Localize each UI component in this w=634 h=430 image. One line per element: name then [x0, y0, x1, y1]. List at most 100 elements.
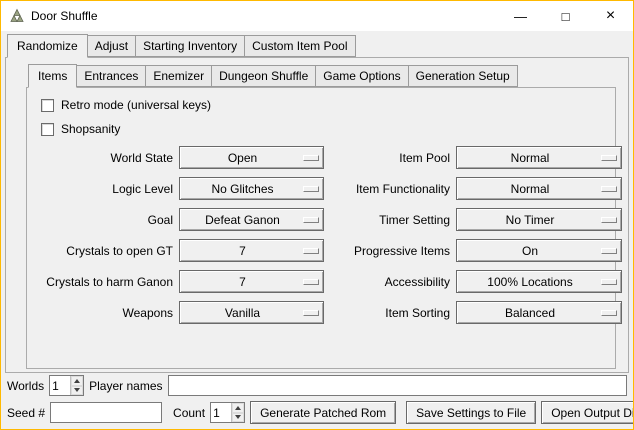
- dropdown-value: Normal: [461, 182, 599, 196]
- count-spin-up-button[interactable]: [232, 403, 244, 413]
- dropdown-indicator-icon: [303, 186, 319, 192]
- seed-input[interactable]: [50, 402, 162, 423]
- goal-dropdown[interactable]: Defeat Ganon: [179, 208, 324, 231]
- retro-mode-checkbox[interactable]: Retro mode (universal keys): [41, 98, 609, 112]
- tab-items[interactable]: Items: [28, 64, 77, 88]
- dropdown-value: Vanilla: [184, 306, 301, 320]
- timer-setting-label: Timer Setting: [330, 213, 450, 227]
- world-state-label: World State: [33, 151, 173, 165]
- crystals-open-gt-label: Crystals to open GT: [33, 244, 173, 258]
- titlebar[interactable]: Door Shuffle — □ ×: [1, 1, 633, 31]
- progressive-items-dropdown[interactable]: On: [456, 239, 622, 262]
- dropdown-indicator-icon: [601, 217, 617, 223]
- accessibility-dropdown[interactable]: 100% Locations: [456, 270, 622, 293]
- dropdown-value: Normal: [461, 151, 599, 165]
- count-input[interactable]: [211, 403, 231, 422]
- worlds-spinbox[interactable]: [49, 375, 84, 396]
- worlds-spin-up-button[interactable]: [71, 376, 83, 386]
- options-grid: World State Open Item Pool Normal Logic …: [33, 146, 609, 324]
- window-body: Randomize Adjust Starting Inventory Cust…: [1, 31, 633, 429]
- randomize-pane: Items Entrances Enemizer Dungeon Shuffle…: [5, 57, 629, 373]
- goal-label: Goal: [33, 213, 173, 227]
- weapons-dropdown[interactable]: Vanilla: [179, 301, 324, 324]
- save-settings-button[interactable]: Save Settings to File: [406, 401, 536, 424]
- worlds-input[interactable]: [50, 376, 70, 395]
- app-icon: [9, 8, 25, 24]
- tab-custom-item-pool[interactable]: Custom Item Pool: [244, 35, 355, 57]
- minimize-button[interactable]: —: [498, 1, 543, 31]
- maximize-button[interactable]: □: [543, 1, 588, 31]
- tab-generation-setup[interactable]: Generation Setup: [408, 65, 518, 87]
- shopsanity-checkbox[interactable]: Shopsanity: [41, 122, 609, 136]
- count-spinbox[interactable]: [210, 402, 245, 423]
- item-pool-dropdown[interactable]: Normal: [456, 146, 622, 169]
- checkbox-box[interactable]: [41, 123, 54, 136]
- timer-setting-dropdown[interactable]: No Timer: [456, 208, 622, 231]
- tab-starting-inventory[interactable]: Starting Inventory: [135, 35, 245, 57]
- arrow-up-icon: [235, 406, 241, 410]
- tab-game-options[interactable]: Game Options: [315, 65, 408, 87]
- dropdown-value: No Timer: [461, 213, 599, 227]
- minimize-icon: —: [514, 10, 527, 23]
- dropdown-value: Defeat Ganon: [184, 213, 301, 227]
- checkbox-box[interactable]: [41, 99, 54, 112]
- count-label: Count: [173, 406, 205, 420]
- crystals-harm-ganon-dropdown[interactable]: 7: [179, 270, 324, 293]
- dropdown-value: 7: [184, 275, 301, 289]
- arrow-down-icon: [235, 415, 241, 419]
- progressive-items-label: Progressive Items: [330, 244, 450, 258]
- dropdown-value: 7: [184, 244, 301, 258]
- dropdown-value: No Glitches: [184, 182, 301, 196]
- tab-randomize[interactable]: Randomize: [7, 34, 88, 58]
- dropdown-value: 100% Locations: [461, 275, 599, 289]
- spin-buttons: [70, 376, 83, 395]
- item-functionality-dropdown[interactable]: Normal: [456, 177, 622, 200]
- weapons-label: Weapons: [33, 306, 173, 320]
- dropdown-indicator-icon: [303, 155, 319, 161]
- window-title: Door Shuffle: [31, 9, 98, 23]
- dropdown-indicator-icon: [601, 279, 617, 285]
- caption-buttons: — □ ×: [498, 1, 633, 31]
- worlds-row: Worlds Player names: [7, 375, 627, 396]
- close-icon: ×: [606, 8, 615, 24]
- dropdown-indicator-icon: [601, 186, 617, 192]
- logic-level-dropdown[interactable]: No Glitches: [179, 177, 324, 200]
- dropdown-indicator-icon: [601, 248, 617, 254]
- dropdown-value: Open: [184, 151, 301, 165]
- checkbox-label: Retro mode (universal keys): [61, 98, 211, 112]
- spin-buttons: [231, 403, 244, 422]
- item-sorting-dropdown[interactable]: Balanced: [456, 301, 622, 324]
- inner-tab-bar: Items Entrances Enemizer Dungeon Shuffle…: [26, 64, 616, 87]
- tab-enemizer[interactable]: Enemizer: [145, 65, 212, 87]
- tab-dungeon-shuffle[interactable]: Dungeon Shuffle: [211, 65, 316, 87]
- arrow-up-icon: [74, 379, 80, 383]
- player-names-label: Player names: [89, 379, 162, 393]
- crystals-open-gt-dropdown[interactable]: 7: [179, 239, 324, 262]
- player-names-input[interactable]: [168, 375, 628, 396]
- count-spin-down-button[interactable]: [232, 413, 244, 423]
- seed-label: Seed #: [7, 406, 45, 420]
- bottom-bar: Worlds Player names Seed # Count: [5, 373, 629, 424]
- world-state-dropdown[interactable]: Open: [179, 146, 324, 169]
- dropdown-indicator-icon: [303, 248, 319, 254]
- close-button[interactable]: ×: [588, 1, 633, 31]
- maximize-icon: □: [562, 10, 570, 23]
- crystals-harm-ganon-label: Crystals to harm Ganon: [33, 275, 173, 289]
- items-pane: Retro mode (universal keys) Shopsanity W…: [26, 87, 616, 369]
- item-sorting-label: Item Sorting: [330, 306, 450, 320]
- dropdown-indicator-icon: [601, 155, 617, 161]
- tab-entrances[interactable]: Entrances: [76, 65, 146, 87]
- tab-adjust[interactable]: Adjust: [87, 35, 136, 57]
- dropdown-indicator-icon: [303, 279, 319, 285]
- seed-row: Seed # Count Generate Patched Rom Save S…: [7, 401, 627, 424]
- item-pool-label: Item Pool: [330, 151, 450, 165]
- dropdown-indicator-icon: [601, 310, 617, 316]
- door-shuffle-window: Door Shuffle — □ × Randomize Adjust Star…: [0, 0, 634, 430]
- open-output-directory-button[interactable]: Open Output Directory: [541, 401, 634, 424]
- dropdown-value: Balanced: [461, 306, 599, 320]
- worlds-spin-down-button[interactable]: [71, 386, 83, 396]
- outer-tab-bar: Randomize Adjust Starting Inventory Cust…: [5, 34, 629, 57]
- generate-patched-rom-button[interactable]: Generate Patched Rom: [250, 401, 396, 424]
- dropdown-value: On: [461, 244, 599, 258]
- checkbox-label: Shopsanity: [61, 122, 120, 136]
